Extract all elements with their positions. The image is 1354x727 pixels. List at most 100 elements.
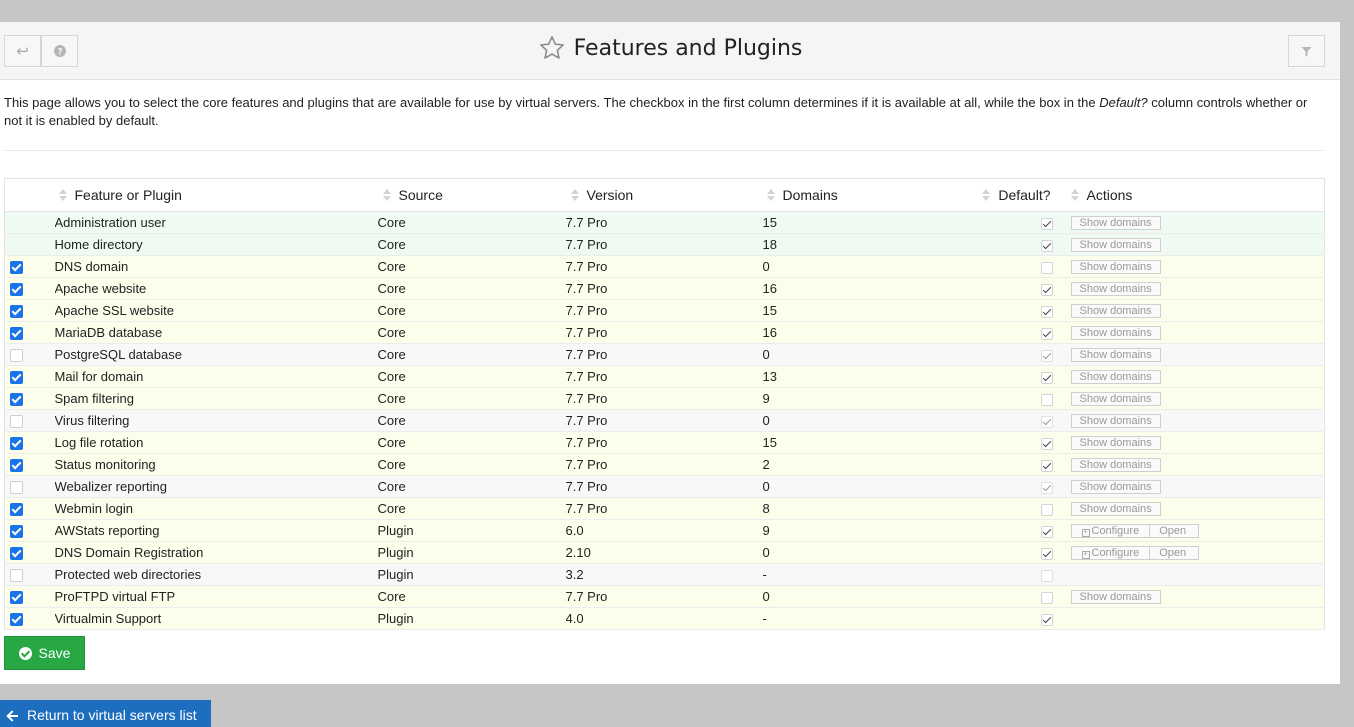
cell-actions: Show domains [1070, 211, 1325, 234]
enable-checkbox[interactable] [10, 393, 23, 407]
cell-select [4, 343, 55, 366]
table-header-row: Feature or Plugin Source Version Domains… [4, 178, 1325, 212]
show-domains-button[interactable]: Show domains [1070, 480, 1161, 495]
cell-default [980, 387, 1071, 410]
default-checkbox[interactable] [1040, 481, 1053, 494]
enable-checkbox[interactable] [10, 371, 23, 385]
filter-button[interactable] [1288, 35, 1325, 67]
enable-checkbox[interactable] [10, 349, 23, 363]
enable-checkbox[interactable] [10, 481, 23, 495]
cell-domains: 15 [762, 299, 981, 322]
show-domains-button[interactable]: Show domains [1070, 260, 1161, 275]
cell-default [980, 299, 1071, 322]
show-domains-button[interactable]: Show domains [1070, 370, 1161, 385]
default-checkbox[interactable] [1040, 239, 1053, 252]
default-checkbox[interactable] [1040, 569, 1053, 582]
default-checkbox[interactable] [1040, 261, 1053, 274]
enable-checkbox[interactable] [10, 591, 23, 605]
cell-feature-name: ProFTPD virtual FTP [54, 585, 378, 608]
cell-feature-name: DNS domain [54, 255, 378, 278]
header-version[interactable]: Version [565, 178, 763, 212]
default-checkbox[interactable] [1040, 459, 1053, 472]
header-source[interactable]: Source [377, 178, 566, 212]
cell-version: 7.7 Pro [565, 409, 763, 432]
show-domains-button[interactable]: Show domains [1070, 502, 1161, 517]
enable-checkbox[interactable] [10, 415, 23, 429]
cell-source: Core [377, 321, 566, 344]
default-checkbox[interactable] [1040, 437, 1053, 450]
default-checkbox[interactable] [1040, 371, 1053, 384]
funnel-filter-icon [1301, 46, 1312, 56]
cell-source: Core [377, 255, 566, 278]
default-checkbox[interactable] [1040, 393, 1053, 406]
show-domains-button[interactable]: Show domains [1070, 436, 1161, 451]
default-checkbox[interactable] [1040, 415, 1053, 428]
cell-source: Core [377, 409, 566, 432]
return-button[interactable]: Return to virtual servers list [0, 700, 211, 727]
cell-select [4, 541, 55, 564]
enable-checkbox[interactable] [10, 283, 23, 297]
enable-checkbox[interactable] [10, 327, 23, 341]
cell-source: Plugin [377, 607, 566, 630]
header-domains[interactable]: Domains [762, 178, 981, 212]
enable-checkbox[interactable] [10, 613, 23, 627]
cell-source: Core [377, 585, 566, 608]
cell-version: 7.7 Pro [565, 299, 763, 322]
configure-button[interactable]: + Configure [1070, 546, 1151, 561]
default-checkbox[interactable] [1040, 591, 1053, 604]
enable-checkbox[interactable] [10, 525, 23, 539]
default-checkbox[interactable] [1040, 327, 1053, 340]
table-row: Apache website Core 7.7 Pro 16 Show domains [4, 277, 1325, 300]
enable-checkbox[interactable] [10, 305, 23, 319]
intro-default-em: Default? [1099, 95, 1148, 110]
header-actions[interactable]: Actions [1070, 178, 1325, 212]
cell-select [4, 321, 55, 344]
cell-version: 7.7 Pro [565, 321, 763, 344]
enable-checkbox[interactable] [10, 261, 23, 275]
enable-checkbox[interactable] [10, 437, 23, 451]
show-domains-button[interactable]: Show domains [1070, 590, 1161, 605]
show-domains-button[interactable]: Show domains [1070, 282, 1161, 297]
cell-source: Plugin [377, 563, 566, 586]
cell-source: Core [377, 299, 566, 322]
header-default[interactable]: Default? [980, 178, 1071, 212]
show-domains-button[interactable]: Show domains [1070, 238, 1161, 253]
default-checkbox[interactable] [1040, 503, 1053, 516]
cell-default [980, 343, 1071, 366]
show-domains-button[interactable]: Show domains [1070, 326, 1161, 341]
cell-default [980, 607, 1071, 630]
star-outline-icon[interactable] [538, 34, 566, 62]
enable-checkbox[interactable] [10, 547, 23, 561]
cell-version: 7.7 Pro [565, 343, 763, 366]
default-checkbox[interactable] [1040, 283, 1053, 296]
default-checkbox[interactable] [1040, 217, 1053, 230]
page-header: ↩ ? Features and Plugins [0, 22, 1340, 80]
default-checkbox[interactable] [1040, 613, 1053, 626]
plus-square-icon: + [1081, 551, 1090, 560]
table-row: DNS domain Core 7.7 Pro 0 Show domains [4, 255, 1325, 278]
enable-checkbox[interactable] [10, 503, 23, 517]
show-domains-button[interactable]: Show domains [1070, 348, 1161, 363]
enable-checkbox[interactable] [10, 459, 23, 473]
default-checkbox[interactable] [1040, 547, 1053, 560]
table-row: Mail for domain Core 7.7 Pro 13 Show domains [4, 365, 1325, 388]
default-checkbox[interactable] [1040, 525, 1053, 538]
show-domains-button[interactable]: Show domains [1070, 458, 1161, 473]
save-button[interactable]: Save [4, 636, 85, 670]
cell-default [980, 563, 1071, 586]
header-feature[interactable]: Feature or Plugin [54, 178, 378, 212]
cell-version: 7.7 Pro [565, 475, 763, 498]
show-domains-button[interactable]: Show domains [1070, 392, 1161, 407]
default-checkbox[interactable] [1040, 305, 1053, 318]
cell-actions: Show domains [1070, 409, 1325, 432]
show-domains-button[interactable]: Show domains [1070, 304, 1161, 319]
enable-checkbox[interactable] [10, 569, 23, 583]
default-checkbox[interactable] [1040, 349, 1053, 362]
configure-button[interactable]: + Configure [1070, 524, 1151, 539]
open-button[interactable]: Open [1150, 546, 1200, 561]
cell-version: 7.7 Pro [565, 277, 763, 300]
show-domains-button[interactable]: Show domains [1070, 414, 1161, 429]
open-button[interactable]: Open [1150, 524, 1200, 539]
cell-default [980, 211, 1071, 234]
show-domains-button[interactable]: Show domains [1070, 216, 1161, 231]
